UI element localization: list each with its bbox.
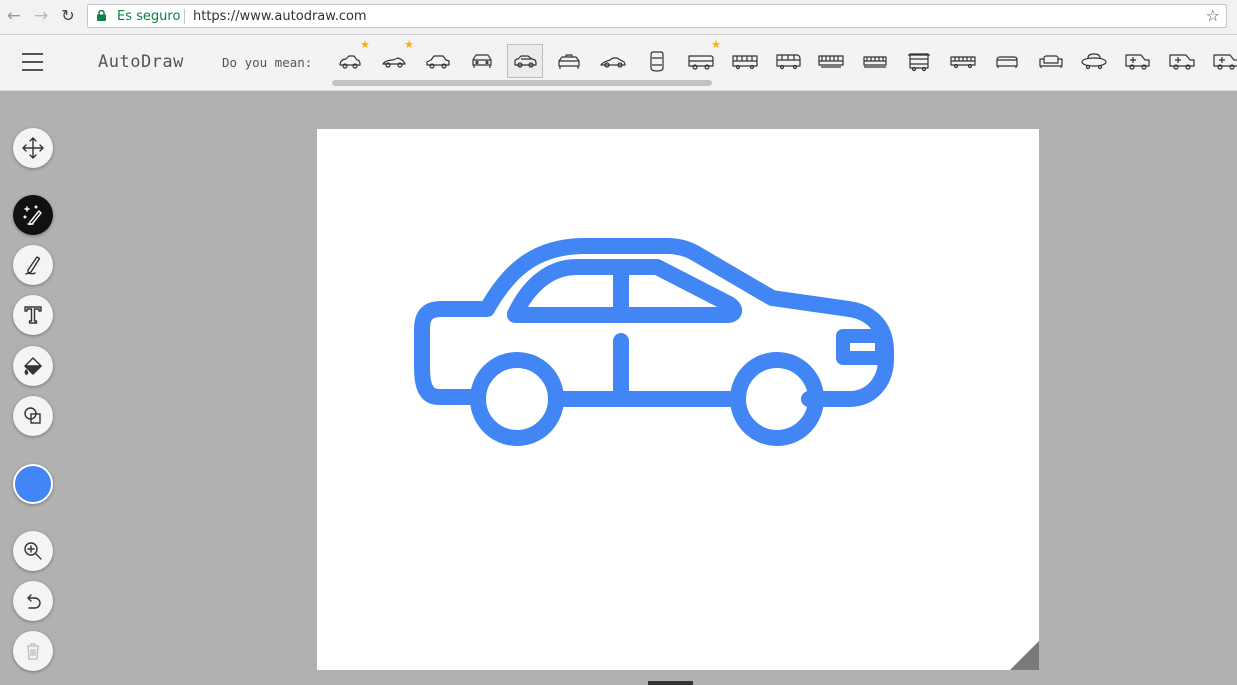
move-tool-button[interactable] (13, 128, 53, 168)
car-front-suggestion[interactable] (464, 44, 500, 78)
suggestion-scrollbar[interactable] (332, 80, 712, 86)
paint-bucket-icon (24, 357, 42, 375)
couch-suggestion[interactable] (1033, 44, 1069, 78)
vehicle-icon (382, 57, 406, 68)
minibus-suggestion[interactable] (770, 44, 806, 78)
car-topview-suggestion[interactable] (639, 44, 675, 78)
magic-pencil-icon (23, 205, 42, 226)
vehicle-icon (1169, 54, 1195, 70)
racecar-suggestion[interactable] (595, 44, 631, 78)
color-picker-button[interactable] (13, 464, 53, 504)
draw-tool-button[interactable] (13, 245, 53, 285)
vehicle-icon (1081, 53, 1107, 70)
taxi-suggestion[interactable] (551, 44, 587, 78)
vehicle-icon (818, 55, 844, 68)
train-suggestion[interactable] (857, 44, 893, 78)
ambulance-2-suggestion[interactable] (1164, 44, 1200, 78)
address-bar[interactable]: Es seguro https://www.autodraw.com ☆ (87, 4, 1227, 28)
autodraw-tool-button[interactable] (13, 195, 53, 235)
vehicle-icon (776, 54, 801, 70)
car-drawing (414, 238, 894, 446)
bookmark-star-icon[interactable]: ☆ (1206, 6, 1220, 25)
shape-tool-button[interactable] (13, 396, 53, 436)
zoom-button[interactable] (13, 531, 53, 571)
menu-icon[interactable] (22, 53, 43, 71)
drawing-canvas[interactable] (317, 129, 1039, 670)
move-arrows-icon (22, 137, 44, 159)
browser-toolbar: ← → ↻ Es seguro https://www.autodraw.com… (0, 0, 1237, 35)
vehicle-icon (1213, 54, 1237, 70)
lock-icon (97, 10, 106, 21)
vehicle-icon (426, 55, 450, 69)
text-t-icon (24, 306, 42, 324)
zoom-in-icon (24, 542, 42, 560)
forward-icon[interactable]: → (31, 6, 51, 26)
ambulance-3-suggestion[interactable] (1208, 44, 1237, 78)
sofa-suggestion[interactable] (989, 44, 1025, 78)
favorite-star-icon: ★ (711, 38, 721, 51)
vehicle-icon (600, 57, 626, 68)
vehicle-icon (732, 55, 758, 70)
vehicle-icon (950, 56, 976, 69)
vehicle-icon (908, 53, 930, 72)
van-suggestion[interactable]: ★ (683, 39, 721, 78)
vehicle-icon (514, 55, 537, 68)
bus-suggestion[interactable] (727, 44, 763, 78)
favorite-star-icon: ★ (404, 38, 414, 51)
vehicle-icon (688, 55, 714, 70)
car-outline-suggestion[interactable]: ★ (332, 39, 370, 78)
canvas-corner-fold[interactable] (1010, 641, 1039, 670)
sedan-suggestion[interactable] (420, 44, 456, 78)
vehicle-icon (1039, 55, 1063, 68)
undo-button[interactable] (13, 581, 53, 621)
vehicle-icon (996, 56, 1018, 68)
vehicle-icon (863, 56, 887, 68)
app-header: AutoDraw Do you mean: ★ ★ ★ (0, 35, 1237, 91)
vehicle-icon (339, 55, 361, 69)
vehicle-icon (558, 54, 580, 69)
delete-button[interactable] (13, 631, 53, 671)
reload-icon[interactable]: ↻ (58, 6, 78, 26)
fill-tool-button[interactable] (13, 346, 53, 386)
ambulance-suggestion[interactable] (1120, 44, 1156, 78)
trash-icon (27, 643, 39, 660)
shapes-icon (24, 407, 41, 424)
bottom-handle[interactable] (648, 681, 693, 685)
back-icon[interactable]: ← (4, 6, 24, 26)
undo-icon (27, 594, 41, 609)
url-text[interactable]: https://www.autodraw.com (193, 9, 367, 24)
car-side-suggestion[interactable] (507, 44, 543, 78)
address-separator (184, 9, 185, 24)
ufo-suggestion[interactable] (1076, 44, 1112, 78)
suggestion-label: Do you mean: (222, 55, 313, 70)
secure-label: Es seguro (117, 9, 181, 24)
vehicle-icon (650, 51, 664, 72)
truck-suggestion[interactable] (945, 44, 981, 78)
tram-suggestion[interactable] (813, 44, 849, 78)
pencil-icon (25, 256, 41, 275)
vehicle-icon (472, 54, 492, 68)
type-tool-button[interactable] (13, 295, 53, 335)
app-logo: AutoDraw (98, 52, 184, 72)
school-bus-suggestion[interactable] (901, 44, 937, 78)
vehicle-icon (1125, 54, 1150, 70)
favorite-star-icon: ★ (360, 38, 370, 51)
sports-car-suggestion[interactable]: ★ (376, 39, 414, 78)
